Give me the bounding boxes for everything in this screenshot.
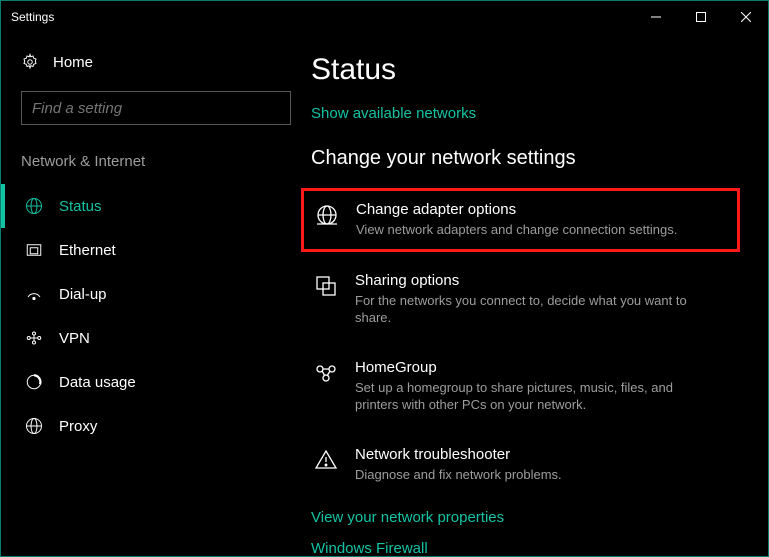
close-button[interactable] [723,1,768,33]
nav-list: Status Ethernet Dial-up VPN Data usage P… [1,184,311,448]
search-box[interactable] [21,91,291,125]
option-sharing[interactable]: Sharing options For the networks you con… [311,268,738,333]
close-icon [741,12,751,22]
nav-item-proxy[interactable]: Proxy [1,404,311,448]
homegroup-icon [313,359,339,414]
dialup-icon [25,285,43,303]
option-title: Change adapter options [356,201,677,218]
search-input[interactable] [32,100,265,117]
sidebar: Home Network & Internet Status Ethernet … [1,33,311,556]
sharing-icon [313,272,339,327]
nav-item-label: Dial-up [59,286,107,303]
network-properties-link[interactable]: View your network properties [311,509,738,526]
windows-firewall-link[interactable]: Windows Firewall [311,540,738,557]
option-desc: View network adapters and change connect… [356,221,677,239]
option-title: Sharing options [355,272,695,289]
option-desc: For the networks you connect to, decide … [355,292,695,327]
option-title: HomeGroup [355,359,695,376]
nav-item-dialup[interactable]: Dial-up [1,272,311,316]
nav-item-vpn[interactable]: VPN [1,316,311,360]
option-desc: Diagnose and fix network problems. [355,466,562,484]
globe-icon [25,417,43,435]
minimize-icon [651,12,661,22]
search-icon [265,101,280,116]
nav-item-ethernet[interactable]: Ethernet [1,228,311,272]
window-title: Settings [11,10,633,24]
vpn-icon [25,329,43,347]
option-troubleshooter[interactable]: Network troubleshooter Diagnose and fix … [311,442,738,490]
options-list: Change adapter options View network adap… [311,194,738,489]
option-title: Network troubleshooter [355,446,562,463]
window-controls [633,1,768,33]
home-label: Home [53,54,93,71]
nav-item-datausage[interactable]: Data usage [1,360,311,404]
option-homegroup[interactable]: HomeGroup Set up a homegroup to share pi… [311,355,738,420]
main-panel: Status Show available networks Change yo… [311,33,768,556]
ethernet-icon [25,241,43,259]
data-usage-icon [25,373,43,391]
adapter-icon [314,201,340,239]
warning-icon [313,446,339,484]
nav-item-label: Ethernet [59,242,116,259]
maximize-icon [696,12,706,22]
nav-item-label: VPN [59,330,90,347]
category-label: Network & Internet [21,153,291,170]
maximize-button[interactable] [678,1,723,33]
minimize-button[interactable] [633,1,678,33]
home-button[interactable]: Home [21,53,291,71]
nav-item-status[interactable]: Status [1,184,311,228]
nav-item-label: Data usage [59,374,136,391]
nav-item-label: Status [59,198,102,215]
titlebar: Settings [1,1,768,33]
option-change-adapter[interactable]: Change adapter options View network adap… [301,188,740,252]
page-title: Status [311,53,738,87]
globe-icon [25,197,43,215]
option-desc: Set up a homegroup to share pictures, mu… [355,379,695,414]
section-heading: Change your network settings [311,147,738,170]
content: Home Network & Internet Status Ethernet … [1,33,768,556]
nav-item-label: Proxy [59,418,97,435]
show-networks-link[interactable]: Show available networks [311,105,738,122]
gear-icon [21,53,39,71]
